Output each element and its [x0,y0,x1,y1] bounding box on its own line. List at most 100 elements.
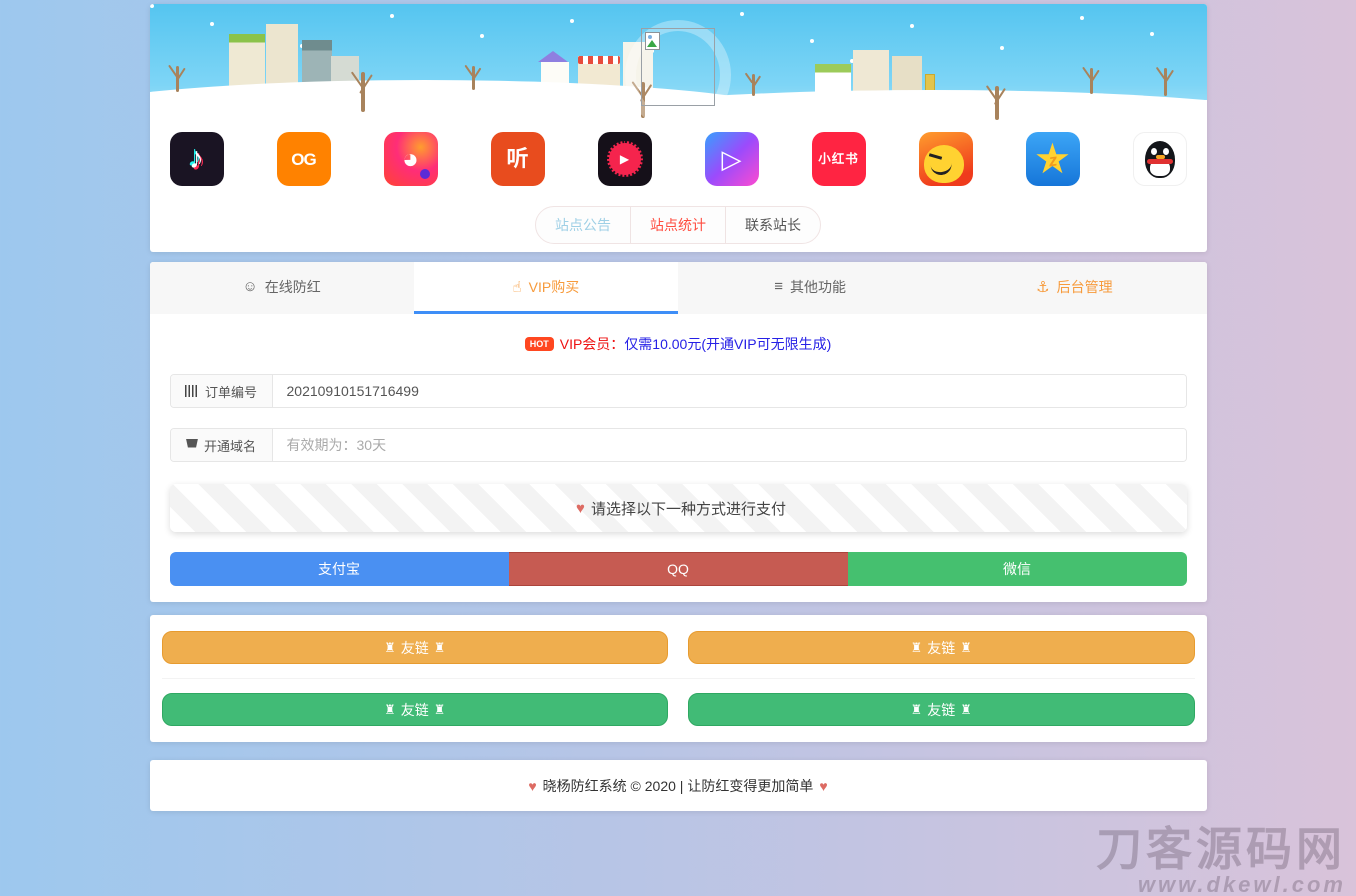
kuaishou-app-icon[interactable]: OG [276,132,331,186]
tab-admin-panel[interactable]: ⚓ 后台管理 [942,262,1206,314]
tab-other-functions[interactable]: ≡ 其他功能 [678,262,942,314]
site-notice-button[interactable]: 站点公告 [536,207,630,243]
bare-tree [1090,68,1094,94]
winter-banner-image [149,4,1207,120]
order-number-addon: 订单编号 [170,375,273,407]
broken-image-placeholder [641,28,715,106]
order-form: 订单编号 开通域名 [150,374,1207,462]
castle-icon: ♜ [910,639,923,655]
bare-tree [471,66,475,90]
domain-row: 开通域名 [169,428,1187,462]
tingshu-app-icon[interactable]: 听 [490,132,545,186]
heart-icon: ♥ [576,499,585,517]
list-icon: ≡ [774,278,783,295]
douyin-app-icon[interactable]: ♪ [169,132,224,186]
friend-links-row: ♜ 友链 ♜ ♜ 友链 ♜ [161,617,1195,679]
bare-tree [995,86,1000,120]
shop-awning [577,56,620,64]
barcode-icon [184,385,199,397]
tab-label: 后台管理 [1056,278,1113,295]
qzone-app-icon[interactable]: ★ z [1025,132,1080,186]
friend-link-button[interactable]: ♜ 友链 ♜ [688,631,1195,664]
payment-notice-banner: ♥ 请选择以下一种方式进行支付 [169,484,1187,532]
site-watermark: 刀客源码网 www.dkewl.com [1096,822,1346,896]
notice-pill-row: 站点公告 站点统计 联系站长 [150,206,1207,244]
order-number-row: 订单编号 [169,374,1187,408]
domain-label: 开通域名 [203,438,256,454]
xiaohongshu-app-icon[interactable]: 小红书 [811,132,866,186]
castle-icon: ♜ [433,639,446,655]
qq-app-icon[interactable] [1132,132,1187,186]
friend-link-button[interactable]: ♜ 友链 ♜ [161,631,668,664]
heart-icon: ♥ [528,777,537,794]
vip-member-label: VIP会员： [559,336,625,352]
building [815,64,852,92]
bare-tree [360,72,365,112]
friend-link-label: 友链 [927,701,956,718]
anchor-icon: ⚓ [1036,278,1050,296]
cart-icon [185,438,198,448]
watermark-url: www.dkewl.com [1137,871,1346,896]
pipixia-app-icon[interactable] [918,132,973,186]
weishi-app-icon[interactable]: ▷ [704,132,759,186]
main-card: ☺ 在线防红 ☝ VIP购买 ≡ 其他功能 ⚓ 后台管理 HOT VIP会员：仅需… [149,262,1207,602]
qq-pay-button[interactable]: QQ [508,552,848,586]
castle-icon: ♜ [384,701,396,717]
order-number-input[interactable] [272,375,1186,407]
bare-tree [175,66,179,92]
penguin-icon [1144,140,1175,178]
friend-link-button[interactable]: ♜ 友链 ♜ [161,693,668,726]
friend-link-button[interactable]: ♜ 友链 ♜ [688,693,1195,726]
heart-icon: ♥ [819,777,828,794]
tab-label: 在线防红 [264,278,321,295]
tab-label: VIP购买 [528,278,580,295]
payment-notice-text: 请选择以下一种方式进行支付 [590,500,786,518]
alipay-button[interactable]: 支付宝 [169,552,509,586]
main-tab-bar: ☺ 在线防红 ☝ VIP购买 ≡ 其他功能 ⚓ 后台管理 [149,262,1207,314]
castle-icon: ♜ [910,701,923,717]
page-container: ♪ OG ◕ 听 ▶ ▷ 小红书 ★ z 站点公告 站点统计 联系站长 ☺ 在线… [149,4,1207,811]
friend-link-label: 友链 [400,639,429,656]
parrot-video-app-icon[interactable]: ◕ [383,132,438,186]
payment-method-row: 支付宝 QQ 微信 [169,552,1187,586]
castle-icon: ♜ [384,639,396,655]
domain-addon: 开通域名 [170,429,273,461]
notice-pill-group: 站点公告 站点统计 联系站长 [535,206,821,244]
play-circle-icon: ▶ [606,141,643,177]
kuaishou-logo-icon: OG [291,149,316,169]
header-card: ♪ OG ◕ 听 ▶ ▷ 小红书 ★ z 站点公告 站点统计 联系站长 [149,4,1207,252]
site-stats-button[interactable]: 站点统计 [630,207,725,243]
watermark-title: 刀客源码网 [1096,822,1346,875]
contact-webmaster-button[interactable]: 联系站长 [725,207,820,243]
smirk-face-icon [923,145,964,183]
friend-links-row: ♜ 友链 ♜ ♜ 友链 ♜ [161,679,1195,740]
building [853,50,890,96]
order-number-label: 订单编号 [204,384,257,400]
bare-tree [751,74,755,96]
friend-link-label: 友链 [400,701,429,718]
copyright-text: 晓杨防红系统 © 2020 | 让防红变得更加简单 [542,777,814,794]
domain-input[interactable] [272,429,1186,461]
vip-promo-line: HOT VIP会员：仅需10.00元(开通VIP可无限生成) [150,334,1207,354]
hot-badge: HOT [524,337,554,351]
bird-icon: ◕ [402,143,419,174]
app-icon-row: ♪ OG ◕ 听 ▶ ▷ 小红书 ★ z [150,132,1207,186]
play-icon: ▶ [619,152,630,166]
video-app-icon[interactable]: ▶ [597,132,652,186]
vip-price-text: 仅需10.00元(开通VIP可无限生成) [624,336,832,352]
friend-links-card: ♜ 友链 ♜ ♜ 友链 ♜ ♜ 友链 ♜ ♜ 友链 ♜ [149,615,1207,742]
thumbs-up-icon: ☝ [512,278,522,296]
tab-online-fanghong[interactable]: ☺ 在线防红 [150,262,414,314]
friend-link-label: 友链 [927,639,956,656]
footer-card: ♥ 晓杨防红系统 © 2020 | 让防红变得更加简单 ♥ [149,760,1207,811]
wechat-pay-button[interactable]: 微信 [847,552,1187,586]
broken-image-icon [645,32,660,50]
tab-label: 其他功能 [790,278,846,295]
castle-icon: ♜ [960,639,972,655]
castle-icon: ♜ [433,701,446,717]
xiaohongshu-label: 小红书 [818,151,859,166]
music-note-icon: ♪ [189,142,204,175]
play-triangle-icon: ▷ [721,144,742,174]
tab-vip-purchase[interactable]: ☝ VIP购买 [413,262,678,314]
castle-icon: ♜ [960,701,972,717]
